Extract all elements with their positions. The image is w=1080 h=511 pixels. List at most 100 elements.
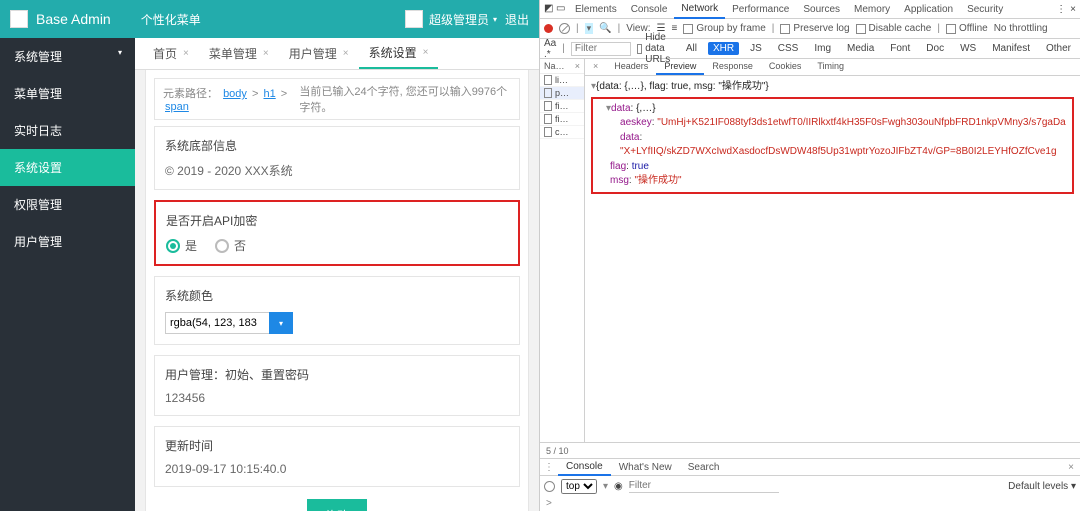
request-row[interactable]: fi…	[540, 113, 584, 126]
close-icon[interactable]: ×	[263, 48, 269, 59]
filter-ws[interactable]: WS	[955, 42, 981, 55]
avatar-icon[interactable]	[405, 10, 423, 28]
request-count: 5 / 10	[546, 446, 569, 456]
resp-tab-preview[interactable]: Preview	[656, 59, 704, 75]
clear-icon[interactable]	[559, 23, 570, 34]
console-toolbar: top ▾ ◉ Default levels ▾	[540, 476, 1080, 496]
personalize-menu[interactable]: 个性化菜单	[141, 11, 201, 28]
filter-font[interactable]: Font	[885, 42, 915, 55]
topbar: Base Admin 个性化菜单 超级管理员 ▾ 退出	[0, 0, 539, 38]
dt-tab-network[interactable]: Network	[674, 0, 725, 19]
tab-menu[interactable]: 菜单管理×	[199, 39, 279, 68]
card-value: 2019-09-17 10:15:40.0	[165, 462, 509, 476]
filter-css[interactable]: CSS	[773, 42, 804, 55]
char-count: 当前已输入24个字符, 您还可以输入9976个字符。	[299, 83, 511, 115]
close-icon[interactable]: ×	[423, 47, 429, 58]
dt-tab-sources[interactable]: Sources	[796, 1, 847, 18]
tab-settings[interactable]: 系统设置×	[359, 38, 439, 69]
clear-console-icon[interactable]	[544, 481, 555, 492]
resp-tab-timing[interactable]: Timing	[809, 59, 852, 75]
filter-js[interactable]: JS	[745, 42, 767, 55]
search-match-label[interactable]: Aa .*	[544, 38, 556, 60]
sidebar-item-user[interactable]: 用户管理	[0, 223, 135, 260]
filter-manifest[interactable]: Manifest	[987, 42, 1035, 55]
record-icon[interactable]	[544, 24, 553, 33]
disable-cache-checkbox[interactable]: Disable cache	[856, 23, 932, 34]
more-icon[interactable]: ⋮	[1056, 4, 1066, 15]
eye-icon[interactable]: ◉	[614, 481, 623, 492]
drawer-tab-search[interactable]: Search	[680, 460, 728, 475]
role-label[interactable]: 超级管理员	[429, 11, 489, 28]
filter-media[interactable]: Media	[842, 42, 879, 55]
close-icon[interactable]: ×	[183, 48, 189, 59]
color-picker-button[interactable]: ▾	[269, 312, 293, 334]
request-row[interactable]: li…	[540, 74, 584, 87]
close-icon[interactable]: ×	[1070, 4, 1076, 15]
preview-summary[interactable]: {data: {,…}, flag: true, msg: "操作成功"}	[596, 81, 769, 92]
drawer-tab-whatsnew[interactable]: What's New	[611, 460, 680, 475]
path-link[interactable]: span	[165, 101, 189, 113]
resp-tab-response[interactable]: Response	[704, 59, 761, 75]
logout-link[interactable]: 退出	[505, 11, 529, 28]
filter-other[interactable]: Other	[1041, 42, 1076, 55]
filter-all[interactable]: All	[681, 42, 702, 55]
offline-checkbox[interactable]: Offline	[946, 23, 988, 34]
network-filter-input[interactable]	[571, 42, 631, 56]
inspect-icon[interactable]: ◩	[544, 3, 556, 15]
radio-yes[interactable]: 是	[166, 237, 197, 254]
dt-tab-console[interactable]: Console	[624, 1, 675, 18]
filter-xhr[interactable]: XHR	[708, 42, 739, 55]
sidebar-item-log[interactable]: 实时日志	[0, 112, 135, 149]
dt-tab-memory[interactable]: Memory	[847, 1, 897, 18]
path-link[interactable]: h1	[263, 88, 275, 100]
radio-icon	[215, 239, 229, 253]
console-prompt[interactable]: >	[540, 496, 1080, 511]
card-system-color: 系统颜色 ▾	[154, 276, 520, 345]
throttling-select[interactable]: No throttling	[994, 23, 1048, 34]
console-filter-input[interactable]	[629, 479, 779, 493]
request-row[interactable]: fi…	[540, 100, 584, 113]
file-icon	[544, 127, 552, 137]
network-toolbar: | ▾ 🔍 | View: ☰ ≡ Group by frame | Prese…	[540, 19, 1080, 39]
sidebar-item-menu[interactable]: 菜单管理	[0, 75, 135, 112]
sidebar-item-permission[interactable]: 权限管理	[0, 186, 135, 223]
device-icon[interactable]: ▭	[556, 3, 568, 15]
request-row[interactable]: p…	[540, 87, 584, 100]
log-levels-select[interactable]: Default levels ▾	[1008, 481, 1076, 492]
chevron-down-icon[interactable]: ▾	[493, 15, 497, 24]
tab-user[interactable]: 用户管理×	[279, 39, 359, 68]
group-by-frame-checkbox[interactable]: Group by frame	[683, 23, 765, 34]
path-link[interactable]: body	[223, 88, 247, 100]
sidebar: 系统管理▾ 菜单管理 实时日志 系统设置 权限管理 用户管理	[0, 38, 135, 511]
file-icon	[544, 114, 552, 124]
close-icon[interactable]: ×	[1062, 462, 1080, 473]
dt-tab-elements[interactable]: Elements	[568, 1, 624, 18]
context-select[interactable]: top	[561, 479, 597, 494]
dt-tab-application[interactable]: Application	[897, 1, 960, 18]
content-scroll[interactable]: 元素路径： body > h1 > span 当前已输入24个字符, 您还可以输…	[135, 70, 539, 511]
dt-tab-security[interactable]: Security	[960, 1, 1010, 18]
color-input[interactable]	[165, 312, 270, 334]
close-icon[interactable]: ×	[343, 48, 349, 59]
radio-no[interactable]: 否	[215, 237, 246, 254]
chevron-down-icon: ▾	[118, 48, 122, 57]
sidebar-item-settings[interactable]: 系统设置	[0, 149, 135, 186]
filter-doc[interactable]: Doc	[921, 42, 949, 55]
close-panel-icon[interactable]: ×	[585, 59, 606, 75]
preserve-log-checkbox[interactable]: Preserve log	[780, 23, 849, 34]
sidebar-item-system[interactable]: 系统管理▾	[0, 38, 135, 75]
submit-button[interactable]: 修改	[307, 499, 367, 511]
request-row[interactable]: c…	[540, 126, 584, 139]
search-icon[interactable]: 🔍	[599, 23, 611, 34]
resp-tab-headers[interactable]: Headers	[606, 59, 656, 75]
tab-home[interactable]: 首页×	[143, 39, 199, 68]
request-list: Na…× li… p… fi… fi… c…	[540, 59, 585, 442]
request-list-header[interactable]: Na…×	[540, 59, 584, 74]
network-split: Na…× li… p… fi… fi… c… × Headers Preview…	[540, 59, 1080, 442]
resp-tab-cookies[interactable]: Cookies	[761, 59, 810, 75]
drawer-menu-icon[interactable]: ⋮	[540, 462, 558, 473]
filter-toggle-icon[interactable]: ▾	[585, 23, 594, 34]
filter-img[interactable]: Img	[809, 42, 836, 55]
drawer-tab-console[interactable]: Console	[558, 459, 611, 476]
dt-tab-performance[interactable]: Performance	[725, 1, 796, 18]
